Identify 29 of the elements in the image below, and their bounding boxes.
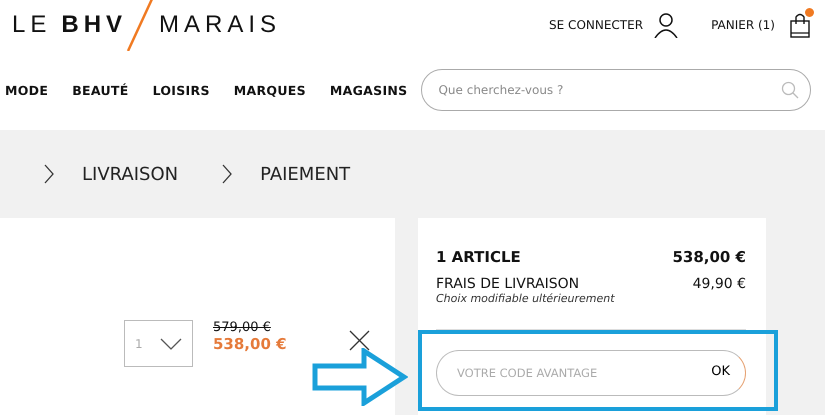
search-field[interactable]: Que cherchez-vous ? [421, 69, 812, 111]
nav-link[interactable]: BEAUTÉ [72, 82, 129, 98]
shipping-label: FRAIS DE LIVRAISON [436, 276, 580, 292]
nav-link[interactable]: MODE [5, 82, 48, 98]
logo-text: BHV [61, 11, 128, 39]
logo[interactable]: LE BHV MARAIS [12, 0, 282, 51]
shopping-bag-icon[interactable] [789, 12, 811, 38]
login-link[interactable]: SE CONNECTER [549, 18, 644, 32]
apply-button[interactable]: OK [711, 364, 730, 379]
close-icon[interactable] [348, 330, 370, 351]
shipping-price: 49,90 € [692, 276, 746, 292]
articles-total: 538,00 € [672, 248, 746, 266]
articles-label: 1 ARTICLE [436, 248, 521, 266]
user-icon[interactable] [653, 12, 680, 38]
breadcrumb-step[interactable]: LIVRAISON [82, 164, 178, 184]
chevron-down-icon [160, 338, 182, 350]
shipping-note: Choix modifiable ultérieurement [436, 292, 616, 305]
nav-link[interactable]: LOISIRS [152, 82, 210, 98]
cart-link[interactable]: PANIER (1) [711, 18, 775, 32]
logo-text: LE [12, 11, 52, 39]
sale-price: 538,00 € [213, 335, 287, 353]
nav-link[interactable]: MAGASINS [330, 82, 408, 98]
breadcrumb-step[interactable]: PAIEMENT [260, 164, 350, 184]
chevron-right-icon [44, 164, 54, 184]
logo-text: MARAIS [159, 11, 282, 39]
nav-link[interactable]: MARQUES [234, 82, 306, 98]
slash-icon [125, 0, 156, 51]
original-price: 579,00 € [213, 320, 272, 335]
chevron-right-icon [222, 164, 232, 184]
